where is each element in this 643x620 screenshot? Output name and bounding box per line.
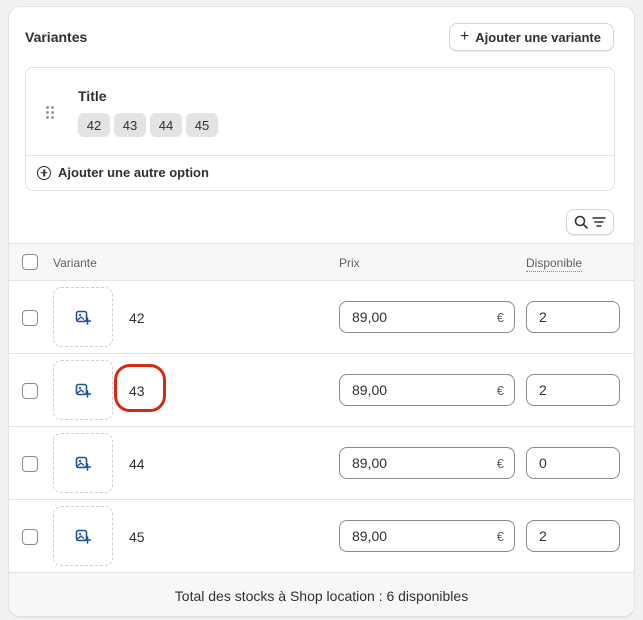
add-image-button[interactable] bbox=[53, 506, 113, 566]
row-checkbox[interactable] bbox=[22, 383, 38, 399]
price-input[interactable]: 89,00 € bbox=[339, 301, 515, 333]
column-variant: Variante bbox=[53, 256, 97, 270]
available-input[interactable]: 2 bbox=[526, 520, 620, 552]
price-input[interactable]: 89,00 € bbox=[339, 520, 515, 552]
filter-icon bbox=[592, 217, 606, 227]
variant-name[interactable]: 43 bbox=[129, 383, 145, 399]
stock-total-text: Total des stocks à Shop location : 6 dis… bbox=[174, 587, 469, 604]
add-variant-label: Ajouter une variante bbox=[475, 29, 601, 45]
table-row: 42 89,00 € 2 bbox=[9, 281, 634, 354]
price-value: 89,00 bbox=[352, 455, 388, 471]
option-value-chip[interactable]: 43 bbox=[114, 113, 146, 137]
image-add-icon bbox=[75, 383, 91, 398]
drag-handle-icon[interactable] bbox=[46, 106, 54, 119]
row-checkbox[interactable] bbox=[22, 310, 38, 326]
row-checkbox[interactable] bbox=[22, 456, 38, 472]
add-image-button[interactable] bbox=[53, 287, 113, 347]
add-option-button[interactable]: Ajouter une autre option bbox=[37, 165, 209, 180]
search-filter-button[interactable] bbox=[566, 209, 614, 235]
currency-symbol: € bbox=[496, 528, 504, 544]
option-editor: Title 42 43 44 45 Ajouter une autre opti… bbox=[25, 67, 615, 191]
available-input[interactable]: 2 bbox=[526, 374, 620, 406]
plus-icon: + bbox=[459, 28, 470, 45]
available-input[interactable]: 2 bbox=[526, 301, 620, 333]
option-name[interactable]: Title bbox=[78, 88, 107, 104]
add-image-button[interactable] bbox=[53, 360, 113, 420]
card-title: Variantes bbox=[25, 29, 88, 45]
row-checkbox[interactable] bbox=[22, 529, 38, 545]
price-value: 89,00 bbox=[352, 382, 388, 398]
variant-name[interactable]: 44 bbox=[129, 456, 145, 472]
column-price: Prix bbox=[339, 256, 360, 270]
card-header: Variantes + Ajouter une variante bbox=[9, 7, 634, 65]
currency-symbol: € bbox=[496, 382, 504, 398]
table-row: 44 89,00 € 0 bbox=[9, 427, 634, 500]
add-image-button[interactable] bbox=[53, 433, 113, 493]
add-variant-button[interactable]: + Ajouter une variante bbox=[448, 23, 614, 51]
option-values: 42 43 44 45 bbox=[78, 113, 218, 137]
image-add-icon bbox=[75, 529, 91, 544]
price-input[interactable]: 89,00 € bbox=[339, 447, 515, 479]
search-icon bbox=[574, 215, 588, 229]
price-input[interactable]: 89,00 € bbox=[339, 374, 515, 406]
variants-card: Variantes + Ajouter une variante Title 4… bbox=[8, 6, 635, 617]
available-input[interactable]: 0 bbox=[526, 447, 620, 479]
circle-plus-icon bbox=[37, 165, 51, 180]
option-value-chip[interactable]: 44 bbox=[150, 113, 182, 137]
price-value: 89,00 bbox=[352, 528, 388, 544]
currency-symbol: € bbox=[496, 455, 504, 471]
select-all-checkbox[interactable] bbox=[22, 254, 38, 270]
table-header: Variante Prix Disponible bbox=[9, 243, 634, 281]
image-add-icon bbox=[75, 310, 91, 325]
table-row: 43 89,00 € 2 bbox=[9, 354, 634, 427]
option-value-chip[interactable]: 42 bbox=[78, 113, 110, 137]
variant-name[interactable]: 45 bbox=[129, 529, 145, 545]
add-option-label: Ajouter une autre option bbox=[58, 165, 209, 180]
variant-name[interactable]: 42 bbox=[129, 310, 145, 326]
table-row: 45 89,00 € 2 bbox=[9, 500, 634, 573]
image-add-icon bbox=[75, 456, 91, 471]
currency-symbol: € bbox=[496, 309, 504, 325]
option-value-chip[interactable]: 45 bbox=[186, 113, 218, 137]
price-value: 89,00 bbox=[352, 309, 388, 325]
column-available[interactable]: Disponible bbox=[526, 256, 583, 272]
divider bbox=[26, 155, 614, 156]
stock-total-footer: Total des stocks à Shop location : 6 dis… bbox=[9, 573, 634, 616]
